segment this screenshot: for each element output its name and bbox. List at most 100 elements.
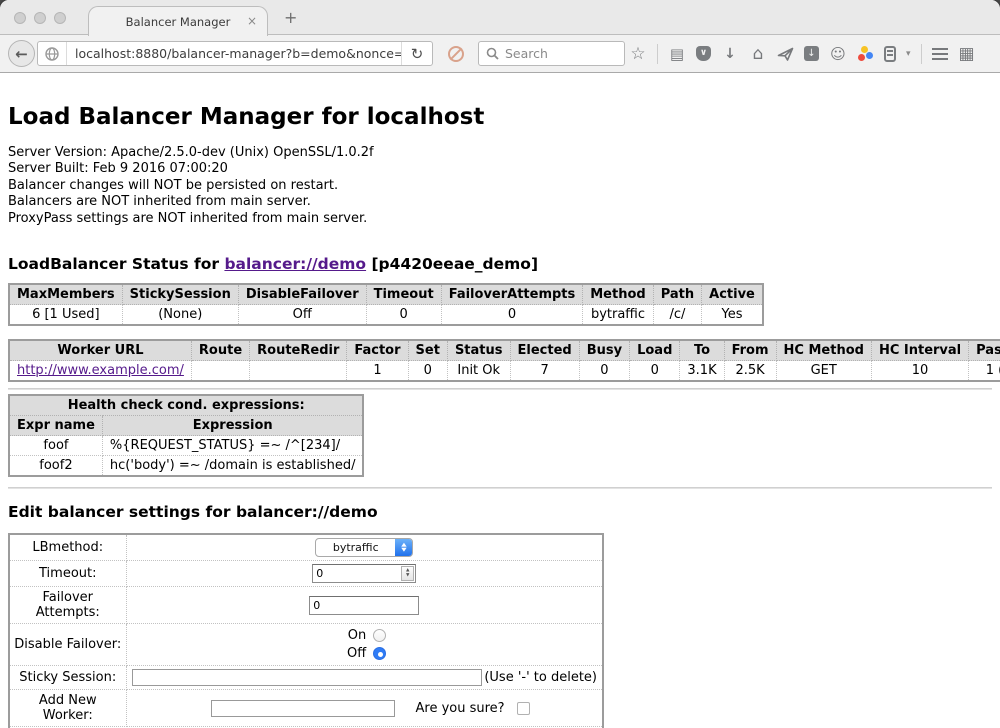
- data-cell: Init Ok: [447, 361, 510, 382]
- tab-center-icon[interactable]: [884, 46, 896, 62]
- search-icon: [486, 47, 499, 60]
- table-row: http://www.example.com/ 1 0 Init Ok 7 0 …: [9, 361, 1000, 382]
- header-cell: Set: [408, 340, 447, 361]
- close-window-button[interactable]: [14, 12, 26, 24]
- data-cell: Off: [238, 305, 366, 326]
- expr-name-cell: foof: [9, 436, 102, 456]
- persist-notice-line: Balancer changes will NOT be persisted o…: [8, 178, 992, 194]
- sticky-session-input[interactable]: [132, 669, 482, 686]
- header-cell: To: [680, 340, 724, 361]
- radio-off[interactable]: [373, 647, 386, 660]
- form-row: Disable Failover: On Off: [9, 624, 603, 666]
- data-cell: GET: [776, 361, 871, 382]
- colored-dots-extension-icon[interactable]: [857, 46, 874, 62]
- failover-attempts-cell: [126, 587, 603, 624]
- status-heading-prefix: LoadBalancer Status for: [8, 255, 224, 273]
- number-spinner-icon[interactable]: ▲▼: [401, 566, 414, 581]
- downloads-icon[interactable]: ↓: [721, 45, 739, 63]
- sticky-session-hint: (Use '-' to delete): [484, 670, 600, 685]
- select-stepper-icon: ▲▼: [395, 539, 412, 556]
- content-blocked-button[interactable]: [441, 41, 471, 66]
- disable-failover-cell: On Off: [126, 624, 603, 666]
- failover-attempts-input[interactable]: [309, 596, 419, 615]
- data-cell: 10: [871, 361, 968, 382]
- menu-icon[interactable]: [932, 48, 948, 60]
- add-new-worker-label: Add New Worker:: [9, 690, 126, 727]
- add-new-worker-input[interactable]: [211, 700, 395, 717]
- download-box-icon[interactable]: ↓: [804, 46, 819, 61]
- inherit-notice-line: Balancers are NOT inherited from main se…: [8, 194, 992, 210]
- header-cell: HC Interval: [871, 340, 968, 361]
- tab-close-icon[interactable]: ×: [247, 14, 257, 28]
- sticky-session-cell: (Use '-' to delete): [126, 666, 603, 690]
- are-you-sure-checkbox[interactable]: [517, 702, 530, 715]
- lbmethod-selected-value: bytraffic: [316, 541, 395, 554]
- bookmark-star-icon[interactable]: ☆: [629, 45, 647, 63]
- reload-icon[interactable]: ↻: [402, 45, 432, 63]
- data-cell: 0: [579, 361, 629, 382]
- header-cell: Busy: [579, 340, 629, 361]
- zoom-window-button[interactable]: [54, 12, 66, 24]
- expression-cell: %{REQUEST_STATUS} =~ /^[234]/: [102, 436, 363, 456]
- search-bar[interactable]: Search: [478, 41, 625, 66]
- radio-off-label: Off: [342, 646, 366, 661]
- reading-list-icon[interactable]: ▤: [668, 45, 686, 63]
- blocked-icon: [448, 46, 464, 62]
- grid-extension-icon[interactable]: ▦: [958, 45, 976, 63]
- header-cell: FailoverAttempts: [441, 284, 583, 305]
- search-input[interactable]: Search: [505, 46, 548, 61]
- header-cell: Expression: [102, 416, 363, 436]
- data-cell: 0: [630, 361, 680, 382]
- header-cell: DisableFailover: [238, 284, 366, 305]
- url-input[interactable]: localhost:8880/balancer-manager?b=demo&n…: [67, 46, 401, 61]
- home-icon[interactable]: ⌂: [749, 45, 767, 63]
- data-cell: (None): [122, 305, 238, 326]
- timeout-label: Timeout:: [9, 561, 126, 587]
- sticky-session-label: Sticky Session:: [9, 666, 126, 690]
- radio-on[interactable]: [373, 629, 386, 642]
- feedback-smiley-icon[interactable]: ☺: [829, 45, 847, 63]
- pocket-icon[interactable]: ∨: [696, 46, 711, 61]
- data-cell: 1 (0): [969, 361, 1000, 382]
- send-tab-icon[interactable]: [777, 46, 794, 62]
- section-divider: [8, 388, 992, 390]
- header-cell: Elected: [510, 340, 579, 361]
- expr-name-cell: foof2: [9, 456, 102, 477]
- browser-tab[interactable]: Balancer Manager ×: [88, 6, 268, 36]
- toolbar-divider: [657, 44, 658, 64]
- header-cell: Active: [702, 284, 763, 305]
- url-bar[interactable]: localhost:8880/balancer-manager?b=demo&n…: [37, 41, 433, 66]
- tab-title: Balancer Manager: [126, 15, 231, 29]
- balancer-settings-form: LBmethod: bytraffic ▲▼ Timeout: ▲▼: [8, 533, 604, 728]
- page-title: Load Balancer Manager for localhost: [8, 104, 992, 130]
- minimize-window-button[interactable]: [34, 12, 46, 24]
- lbmethod-select[interactable]: bytraffic ▲▼: [315, 538, 413, 557]
- timeout-cell: ▲▼: [126, 561, 603, 587]
- header-cell: Path: [653, 284, 701, 305]
- data-cell: 7: [510, 361, 579, 382]
- table-header-row: Health check cond. expressions:: [9, 395, 363, 416]
- back-button[interactable]: ←: [8, 40, 35, 67]
- form-row: LBmethod: bytraffic ▲▼: [9, 534, 603, 561]
- data-cell: 0: [408, 361, 447, 382]
- add-new-worker-cell: Are you sure?: [126, 690, 603, 727]
- balancer-status-table: MaxMembers StickySession DisableFailover…: [8, 283, 764, 326]
- balancer-link[interactable]: balancer://demo: [224, 255, 366, 273]
- page-content: Load Balancer Manager for localhost Serv…: [0, 74, 1000, 728]
- form-row: Timeout: ▲▼: [9, 561, 603, 587]
- table-header-row: MaxMembers StickySession DisableFailover…: [9, 284, 763, 305]
- header-cell: From: [724, 340, 776, 361]
- toolbar-icons: ☆ ▤ ∨ ↓ ⌂ ↓ ☺ ▾ ▦: [629, 41, 976, 66]
- header-cell: Load: [630, 340, 680, 361]
- status-heading: LoadBalancer Status for balancer://demo …: [8, 255, 992, 273]
- lbmethod-cell: bytraffic ▲▼: [126, 534, 603, 561]
- chevron-down-icon[interactable]: ▾: [906, 49, 911, 59]
- table-row: 6 [1 Used] (None) Off 0 0 bytraffic /c/ …: [9, 305, 763, 326]
- header-cell: Passes: [969, 340, 1000, 361]
- new-tab-button[interactable]: +: [284, 8, 297, 27]
- worker-url-link[interactable]: http://www.example.com/: [17, 363, 184, 378]
- table-header-row: Expr name Expression: [9, 416, 363, 436]
- data-cell: [250, 361, 347, 382]
- form-row: Sticky Session: (Use '-' to delete): [9, 666, 603, 690]
- header-cell: Expr name: [9, 416, 102, 436]
